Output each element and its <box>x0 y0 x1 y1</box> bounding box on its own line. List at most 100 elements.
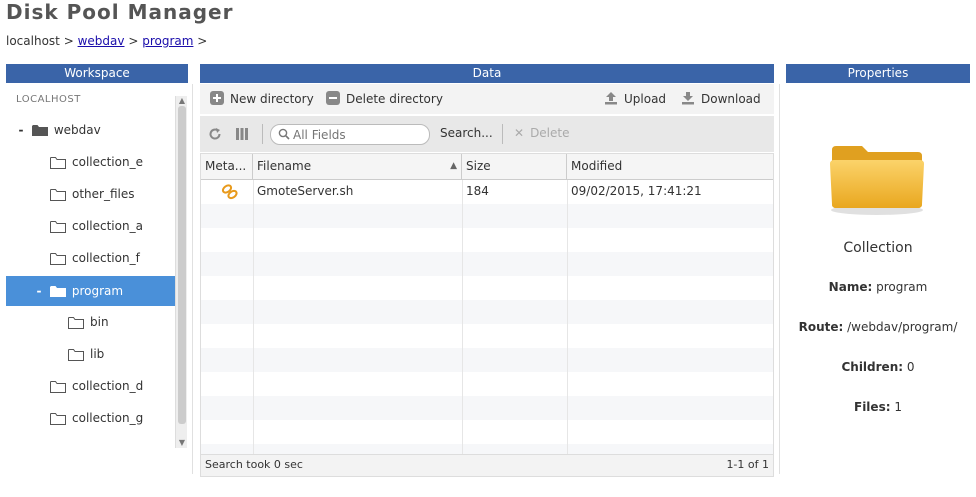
table-row <box>201 204 773 228</box>
scrollbar-thumb[interactable] <box>178 106 186 424</box>
table-row <box>201 420 773 444</box>
table-row[interactable]: GmoteServer.sh 184 09/02/2015, 17:41:21 <box>201 180 773 204</box>
name-value: program <box>876 280 928 294</box>
new-directory-button[interactable]: New directory <box>210 91 314 106</box>
table-row <box>201 324 773 348</box>
tree-item-collection-e[interactable]: collection_e <box>50 147 180 177</box>
tree-item-label: program <box>71 284 124 298</box>
breadcrumb: localhost > webdav > program > <box>6 34 207 48</box>
pagination-text: 1-1 of 1 <box>726 458 769 471</box>
plus-icon <box>210 91 224 105</box>
data-header: Data <box>200 64 774 83</box>
delete-label: Delete <box>530 126 570 140</box>
workspace-scrollbar[interactable]: ▲ ▼ <box>175 96 187 448</box>
search-time-text: Search took 0 sec <box>205 458 303 471</box>
files-label: Files: <box>854 400 891 414</box>
folder-outline-icon <box>50 189 66 201</box>
column-header-label: Filename <box>257 159 312 173</box>
tree-item-label: collection_d <box>72 379 144 393</box>
filename-cell: GmoteServer.sh <box>257 184 354 198</box>
search-icon <box>278 128 290 140</box>
collapse-toggle[interactable]: - <box>14 115 28 145</box>
upload-label: Upload <box>624 92 667 106</box>
folder-filled-icon <box>49 286 66 297</box>
children-value: 0 <box>906 360 915 374</box>
tree-item-other-files[interactable]: other_files <box>50 179 180 209</box>
table-row <box>201 372 773 396</box>
table-row <box>201 444 773 454</box>
grid-status-bar: Search took 0 sec 1-1 of 1 <box>200 455 774 477</box>
column-header-modified[interactable]: Modified <box>567 154 773 180</box>
tree-item-bin[interactable]: bin <box>68 307 180 337</box>
tree-item-label: collection_a <box>72 219 143 233</box>
workspace-tree: LOCALHOST - webdav collection_e other_fi… <box>6 88 188 448</box>
tree-item-label: bin <box>90 315 109 329</box>
breadcrumb-program-link[interactable]: program <box>142 34 193 48</box>
download-label: Download <box>701 92 761 106</box>
folder-outline-icon <box>68 349 84 361</box>
workspace-header: Workspace <box>6 64 188 83</box>
upload-icon <box>605 92 617 105</box>
folder-outline-icon <box>68 317 84 329</box>
tree-item-label: other_files <box>72 187 135 201</box>
tree-item-label: collection_g <box>72 411 144 425</box>
delete-directory-label: Delete directory <box>346 92 443 106</box>
folder-outline-icon <box>50 221 66 233</box>
table-row <box>201 252 773 276</box>
folder-outline-icon <box>50 157 66 169</box>
tree-item-lib[interactable]: lib <box>68 339 180 369</box>
data-toolbar: New directory Delete directory Upload Do… <box>200 84 774 114</box>
collapse-toggle[interactable]: - <box>32 276 46 306</box>
download-icon <box>682 92 694 105</box>
columns-icon[interactable] <box>235 127 249 141</box>
sort-ascending-icon: ▲ <box>450 161 457 171</box>
scroll-up-icon[interactable]: ▲ <box>176 96 188 106</box>
route-label: Route: <box>798 320 844 334</box>
folder-filled-icon <box>31 125 48 136</box>
properties-header: Properties <box>786 64 970 83</box>
children-label: Children: <box>841 360 904 374</box>
file-grid: Meta... Filename ▲ Size Modified GmoteSe… <box>200 153 774 455</box>
files-value: 1 <box>894 400 902 414</box>
tree-item-program[interactable]: - program <box>6 276 175 306</box>
scroll-down-icon[interactable]: ▼ <box>176 438 188 448</box>
download-button[interactable]: Download <box>681 91 761 106</box>
table-row <box>201 396 773 420</box>
minus-icon <box>326 91 340 105</box>
breadcrumb-separator: > <box>197 34 208 48</box>
upload-button[interactable]: Upload <box>604 91 666 106</box>
column-header-meta[interactable]: Meta... <box>201 154 253 180</box>
tree-item-webdav[interactable]: - webdav <box>14 115 180 145</box>
files-property: Files: 1 <box>786 400 970 414</box>
search-toolbar: Search... ✕ Delete <box>200 116 774 152</box>
delete-directory-button[interactable]: Delete directory <box>326 91 443 106</box>
breadcrumb-separator: > <box>128 34 139 48</box>
toolbar-separator <box>502 124 503 144</box>
search-button[interactable]: Search... <box>440 126 493 140</box>
folder-outline-icon <box>50 381 66 393</box>
properties-panel: Collection Name: program Route: /webdav/… <box>786 84 970 484</box>
tree-item-label: webdav <box>53 123 101 137</box>
grid-header: Meta... Filename ▲ Size Modified <box>201 154 773 180</box>
column-divider <box>253 180 254 454</box>
table-row <box>201 276 773 300</box>
panel-divider[interactable] <box>192 84 193 474</box>
column-header-filename[interactable]: Filename ▲ <box>253 154 462 180</box>
column-header-size[interactable]: Size <box>462 154 567 180</box>
tree-item-label: collection_e <box>72 155 143 169</box>
modified-cell: 09/02/2015, 17:41:21 <box>571 184 702 198</box>
search-input[interactable] <box>270 124 430 145</box>
delete-button[interactable]: ✕ Delete <box>514 126 570 140</box>
tree-item-collection-g[interactable]: collection_g <box>50 403 180 433</box>
panel-divider[interactable] <box>779 84 780 474</box>
table-row <box>201 348 773 372</box>
folder-outline-icon <box>50 253 66 265</box>
link-chain-icon <box>221 184 238 200</box>
tree-item-label: collection_f <box>72 251 140 265</box>
tree-item-collection-a[interactable]: collection_a <box>50 211 180 241</box>
tree-item-collection-d[interactable]: collection_d <box>50 371 180 401</box>
refresh-icon[interactable] <box>208 127 222 141</box>
tree-item-collection-f[interactable]: collection_f <box>50 243 180 273</box>
breadcrumb-webdav-link[interactable]: webdav <box>78 34 125 48</box>
meta-cell <box>217 180 247 204</box>
